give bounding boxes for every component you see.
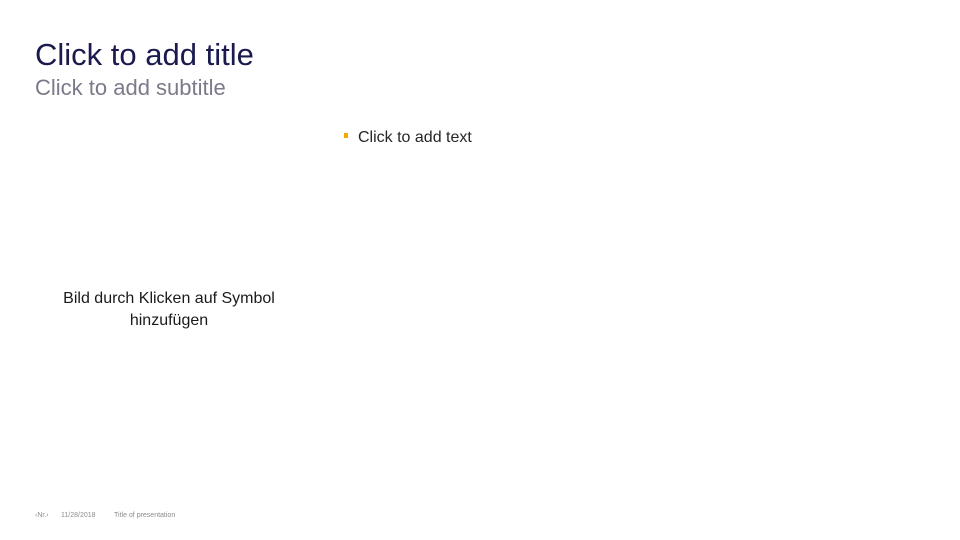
footer-page-number: ‹Nr.› bbox=[35, 512, 49, 519]
square-bullet-icon bbox=[344, 133, 348, 138]
picture-placeholder[interactable]: Bild durch Klicken auf Symbol hinzufügen bbox=[35, 160, 303, 460]
text-placeholder-label: Click to add text bbox=[358, 129, 472, 146]
footer-presentation-title: Title of presentation bbox=[114, 512, 176, 519]
bullet-line: Click to add text bbox=[344, 128, 904, 148]
picture-placeholder-label: Bild durch Klicken auf Symbol hinzufügen bbox=[63, 290, 275, 329]
title-placeholder[interactable]: Click to add title bbox=[35, 36, 254, 74]
slide-canvas: Click to add title Click to add subtitle… bbox=[0, 0, 960, 540]
text-placeholder[interactable]: Click to add text bbox=[344, 128, 904, 488]
footer-date: 11/28/2018 bbox=[61, 512, 96, 519]
subtitle-placeholder[interactable]: Click to add subtitle bbox=[35, 74, 226, 102]
